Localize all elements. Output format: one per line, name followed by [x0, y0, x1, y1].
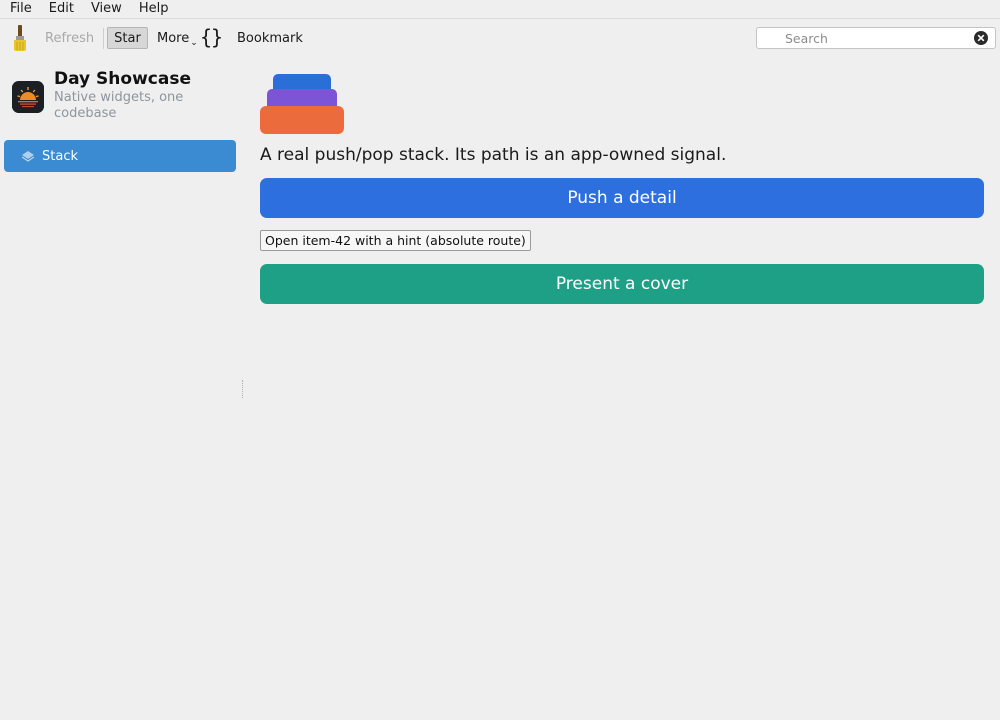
sidebar-item-stack[interactable]: Stack	[4, 140, 236, 172]
app-subtitle: Native widgets, one codebase	[54, 90, 184, 121]
present-cover-button[interactable]: Present a cover	[260, 264, 984, 304]
menu-view[interactable]: View	[81, 0, 129, 18]
more-button-label: More	[157, 31, 190, 46]
star-button-label: Star	[114, 30, 141, 46]
clear-search-icon[interactable]	[974, 31, 988, 45]
app-logo-icon	[12, 81, 44, 113]
stack-description: A real push/pop stack. Its path is an ap…	[260, 145, 727, 165]
refresh-button: Refresh	[45, 31, 95, 46]
bookmark-button[interactable]: Bookmark	[237, 31, 303, 46]
star-button[interactable]: Star	[107, 27, 148, 49]
present-cover-label: Present a cover	[555, 274, 689, 294]
open-item-label: Open item-42 with a hint (absolute route…	[265, 233, 526, 248]
menu-file[interactable]: File	[0, 0, 39, 18]
stack-illustration-icon	[260, 74, 344, 134]
push-detail-label: Push a detail	[567, 188, 677, 208]
open-item-button[interactable]: Open item-42 with a hint (absolute route…	[260, 230, 531, 251]
toolbar-divider	[103, 28, 104, 49]
menu-bar: File Edit View Help	[0, 0, 1000, 18]
push-detail-button[interactable]: Push a detail	[260, 178, 984, 218]
menu-help[interactable]: Help	[129, 0, 176, 18]
sidebar-splitter[interactable]	[242, 380, 243, 398]
sidebar-item-label: Stack	[42, 148, 78, 164]
paintbrush-icon[interactable]	[11, 25, 29, 51]
layers-icon	[20, 148, 36, 164]
app-title: Day Showcase	[54, 69, 191, 89]
search-box	[756, 27, 996, 49]
menu-edit[interactable]: Edit	[39, 0, 81, 18]
toolbar: Refresh Star More⌄ {} Bookmark	[0, 19, 1000, 57]
braces-icon[interactable]: {}	[200, 25, 223, 49]
chevron-down-icon: ⌄	[190, 38, 198, 48]
search-input[interactable]	[757, 28, 967, 48]
more-menu-button[interactable]: More⌄	[157, 31, 198, 48]
